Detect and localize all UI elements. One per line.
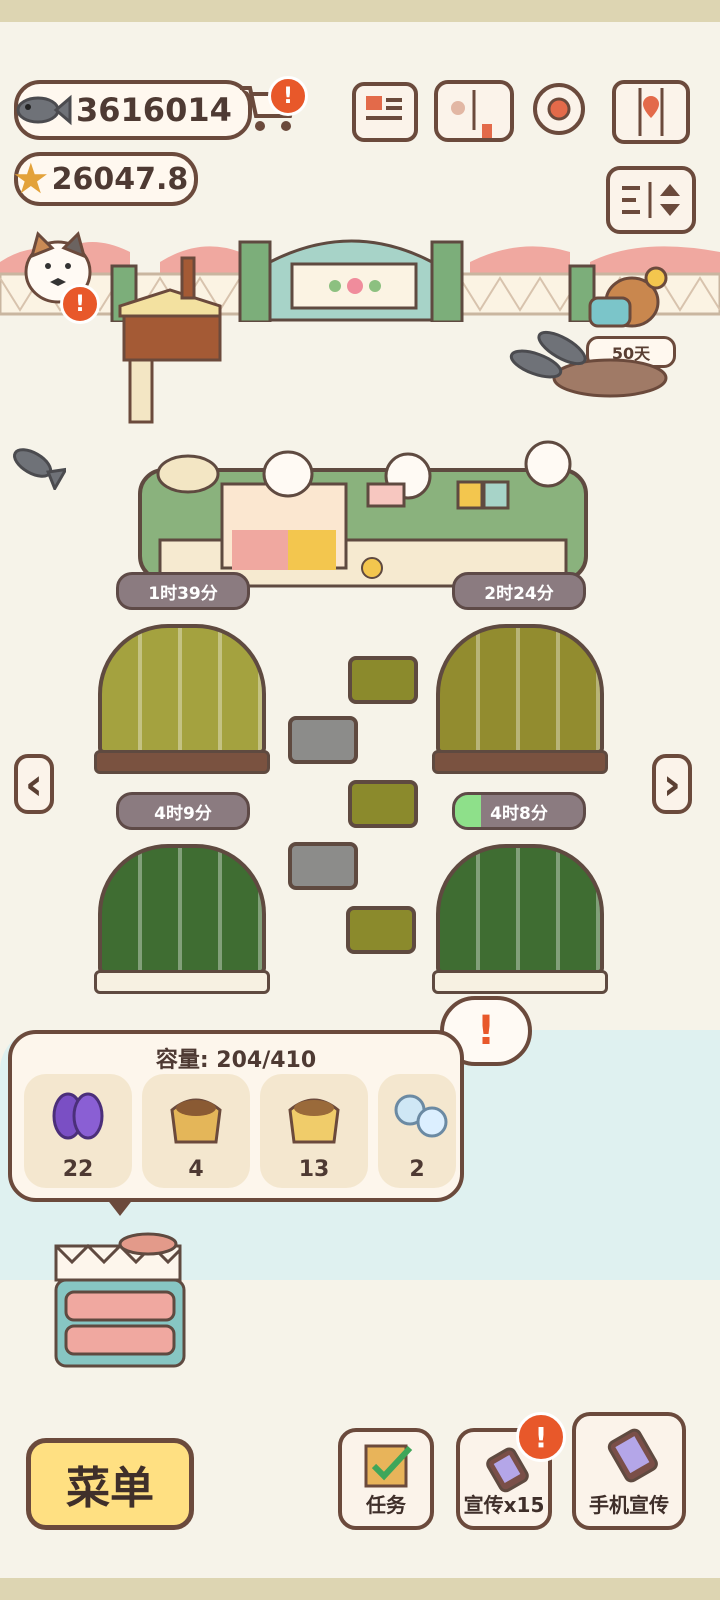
nav-left-arrow[interactable]: ‹ <box>14 754 54 814</box>
nav-right-arrow[interactable]: › <box>652 754 692 814</box>
phone-promo-icon <box>607 1428 658 1483</box>
phone-promote-label: 手机宣传 <box>589 1493 669 1517</box>
greenhouse-dome <box>436 624 604 754</box>
timer-table-right: 2时24分 <box>452 572 586 610</box>
timer-greenhouse-left: 4时9分 <box>116 792 250 830</box>
storage-slot[interactable]: 13 <box>260 1074 368 1188</box>
greenhouse-base <box>94 970 270 994</box>
storage-panel: 容量: 204/410 22 4 13 2 <box>8 1030 464 1202</box>
phone-promote-button[interactable]: 手机宣传 <box>572 1412 686 1530</box>
star-icon: ★ <box>12 154 50 203</box>
settings-button[interactable] <box>528 78 590 140</box>
brown-sack-icon <box>170 1098 222 1144</box>
map-button[interactable] <box>612 80 690 144</box>
storage-count: 13 <box>298 1157 330 1182</box>
grass-tile <box>346 906 416 954</box>
storage-slot[interactable]: 22 <box>24 1074 132 1188</box>
gear-icon <box>533 83 585 135</box>
greenhouse-base <box>432 970 608 994</box>
greenhouse-bottom-left[interactable] <box>94 844 270 994</box>
storage-slot[interactable]: 2 <box>378 1074 456 1188</box>
timer-text: 2时24分 <box>484 583 554 604</box>
storage-count: 2 <box>409 1157 425 1182</box>
greenhouse-bottom-right[interactable] <box>432 844 608 994</box>
newspaper-icon <box>366 96 402 120</box>
sort-icon <box>622 182 680 218</box>
fish-bowl <box>500 330 670 400</box>
paw-stone-tile <box>288 842 358 890</box>
storage-capacity: 容量: 204/410 <box>155 1048 317 1073</box>
greenhouse-dome <box>98 844 266 974</box>
storage-count: 22 <box>62 1157 94 1182</box>
yellow-sack-icon <box>288 1098 340 1144</box>
checklist-icon <box>364 1444 413 1488</box>
timer-progress <box>455 795 481 827</box>
greenhouse-top-right[interactable] <box>432 624 608 774</box>
promote-label: 宣传x15 <box>463 1493 545 1517</box>
greenhouse-dome <box>436 844 604 974</box>
greenhouse-dome <box>98 624 266 754</box>
star-currency-pill: ★ 26047.8 <box>12 152 198 206</box>
bottom-system-bar <box>0 1578 720 1600</box>
dropped-fish-pickup[interactable] <box>6 440 69 492</box>
cat-alert-badge: ! <box>60 284 100 324</box>
catalog-book-button[interactable] <box>434 80 514 142</box>
birdhouse-decoration <box>116 256 226 424</box>
dresser-furniture[interactable] <box>52 1226 192 1378</box>
timer-text: 4时8分 <box>490 803 548 824</box>
fish-icon <box>16 94 72 126</box>
greenhouse-base <box>432 750 608 774</box>
tasks-button[interactable]: 任务 <box>338 1428 434 1530</box>
top-status-bar <box>0 0 720 22</box>
star-count: 26047.8 <box>51 161 189 197</box>
menu-button[interactable]: 菜单 <box>26 1438 194 1530</box>
snowflake-icon <box>394 1094 448 1138</box>
newspaper-button[interactable] <box>352 82 418 142</box>
greenhouse-base <box>94 750 270 774</box>
fish-currency-pill: 3616014 <box>14 80 252 140</box>
fish-count: 3616014 <box>76 91 232 129</box>
grass-tile <box>348 780 418 828</box>
grass-tile <box>348 656 418 704</box>
greenhouse-top-left[interactable] <box>94 624 270 774</box>
cart-alert-badge: ! <box>268 76 308 116</box>
timer-greenhouse-right: 4时8分 <box>452 792 586 830</box>
storage-panel-pointer <box>106 1198 134 1216</box>
map-pin-icon <box>638 88 664 136</box>
promote-alert-badge: ! <box>516 1412 566 1462</box>
paw-stone-tile <box>288 716 358 764</box>
food-table[interactable] <box>138 424 588 594</box>
tasks-label: 任务 <box>366 1493 406 1517</box>
book-icon <box>451 90 492 138</box>
storage-slot[interactable]: 4 <box>142 1074 250 1188</box>
storage-count: 4 <box>188 1157 204 1182</box>
fish-icon <box>13 448 69 492</box>
timer-text: 1时39分 <box>148 583 218 604</box>
purple-fish-icon <box>52 1092 104 1140</box>
timer-text: 4时9分 <box>154 803 212 824</box>
timer-table-left: 1时39分 <box>116 572 250 610</box>
